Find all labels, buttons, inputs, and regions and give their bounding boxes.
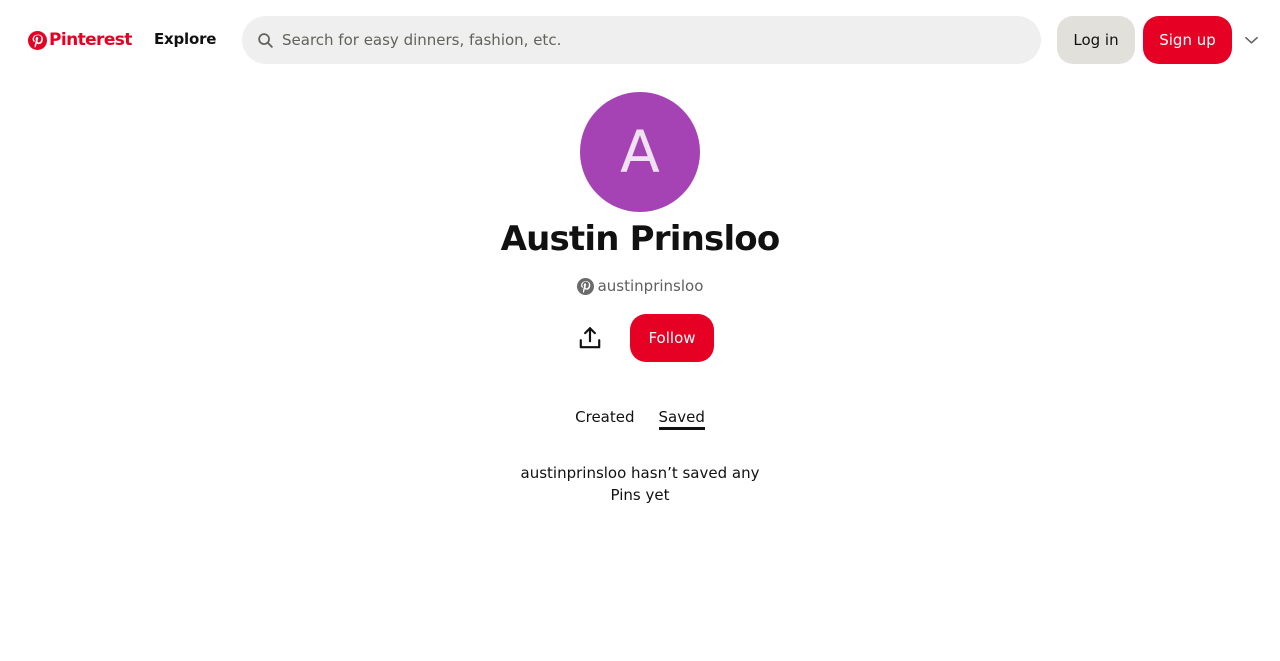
pinterest-logo-icon bbox=[28, 30, 47, 50]
profile-handle: austinprinsloo bbox=[0, 277, 1280, 295]
profile-tabs: Created Saved bbox=[0, 408, 1280, 430]
pinterest-logo[interactable]: Pinterest bbox=[28, 29, 132, 51]
share-icon bbox=[579, 327, 601, 349]
search-bar[interactable] bbox=[242, 16, 1041, 64]
profile-name: Austin Prinsloo bbox=[500, 219, 781, 259]
avatar: A bbox=[580, 92, 700, 212]
avatar-initial: A bbox=[620, 118, 660, 186]
search-icon bbox=[258, 33, 273, 48]
top-navigation-bar: Pinterest Explore Log in Sign up bbox=[0, 0, 1280, 80]
tab-saved[interactable]: Saved bbox=[658, 408, 705, 430]
follow-button[interactable]: Follow bbox=[630, 314, 714, 362]
empty-state-message: austinprinsloo hasn’t saved any Pins yet bbox=[520, 464, 760, 504]
tab-created[interactable]: Created bbox=[575, 408, 634, 430]
signup-button[interactable]: Sign up bbox=[1143, 16, 1232, 64]
logo-text: Pinterest bbox=[49, 30, 132, 50]
username: austinprinsloo bbox=[597, 277, 704, 295]
chevron-down-icon[interactable] bbox=[1244, 34, 1259, 46]
login-button[interactable]: Log in bbox=[1057, 16, 1135, 64]
search-input[interactable] bbox=[282, 16, 1022, 64]
explore-link[interactable]: Explore bbox=[154, 30, 216, 48]
pinterest-badge-icon bbox=[576, 277, 594, 295]
share-button[interactable] bbox=[566, 314, 614, 362]
